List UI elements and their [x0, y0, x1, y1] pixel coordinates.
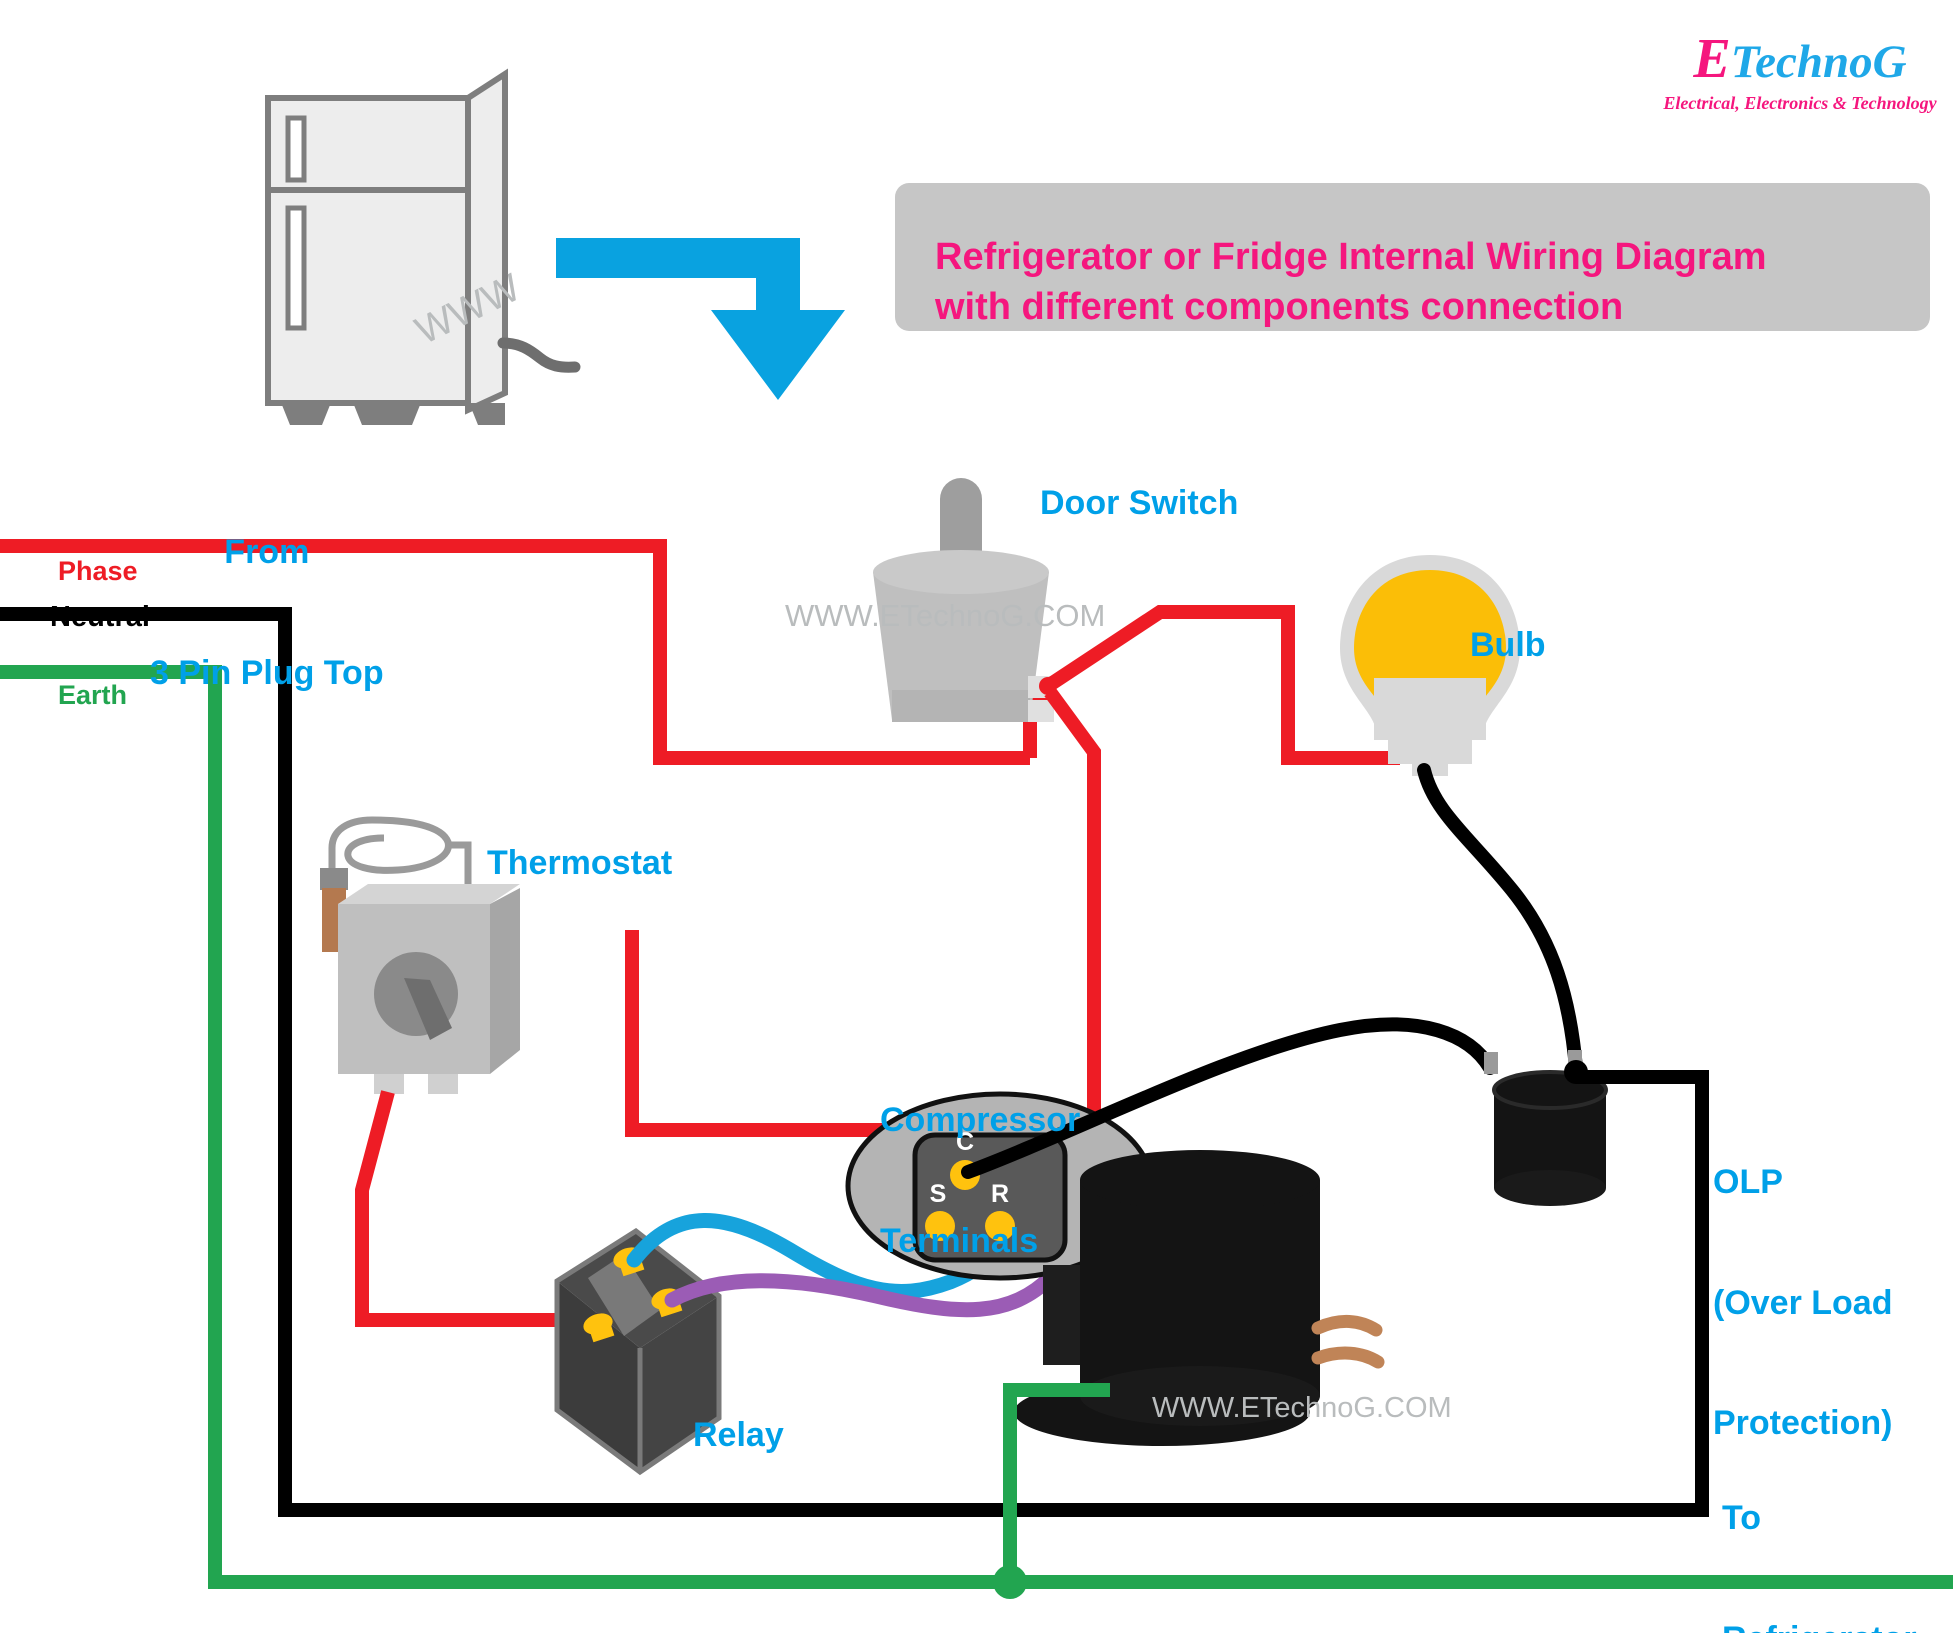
supply-source-label: From 3 Pin Plug Top	[150, 452, 384, 773]
olp-line2: (Over Load	[1713, 1283, 1893, 1322]
logo-rest: TechnoG	[1730, 36, 1907, 88]
door-switch-component	[873, 478, 1054, 722]
bulb-component	[1340, 555, 1520, 776]
page-title: Refrigerator or Fridge Internal Wiring D…	[935, 232, 1895, 332]
flow-arrow-icon	[556, 238, 845, 400]
page-title-line1: Refrigerator or Fridge Internal Wiring D…	[935, 236, 1767, 278]
phase-label: Phase	[58, 556, 138, 586]
earth-label: Earth	[58, 680, 128, 710]
logo-initial: E	[1693, 28, 1731, 90]
refrigerator-body-label: To Refrigerator Body	[1722, 1418, 1917, 1633]
logo-tagline: Electrical, Electronics & Technology	[1663, 92, 1937, 113]
supply-source-line2: 3 Pin Plug Top	[150, 653, 384, 692]
logo-wordmark: ETechnoG	[1655, 30, 1945, 89]
compressor-terminals-label: Compressor Terminals	[880, 1020, 1080, 1341]
door-switch-label: Door Switch	[1040, 484, 1239, 522]
compressor-terminals-line2: Terminals	[880, 1221, 1039, 1260]
olp-component	[1492, 1070, 1608, 1206]
supply-source-line1: From	[224, 533, 310, 572]
bulb-label: Bulb	[1470, 626, 1546, 664]
body-line1: To	[1722, 1499, 1762, 1538]
etechnog-logo: ETechnoG Electrical, Electronics & Techn…	[1655, 30, 1945, 114]
thermostat-label: Thermostat	[487, 844, 673, 882]
body-line2: Refrigerator	[1722, 1619, 1917, 1633]
wiring-diagram-page: C S R ETechnoG Electrical, Electronics &…	[0, 0, 1953, 1633]
refrigerator-illustration	[265, 68, 581, 425]
neutral-label: Neutral	[50, 601, 150, 633]
page-title-line2: with different components connection	[935, 286, 1624, 329]
compressor-terminals-line1: Compressor	[880, 1101, 1081, 1140]
relay-label: Relay	[693, 1416, 784, 1454]
olp-line1: OLP	[1713, 1163, 1783, 1202]
